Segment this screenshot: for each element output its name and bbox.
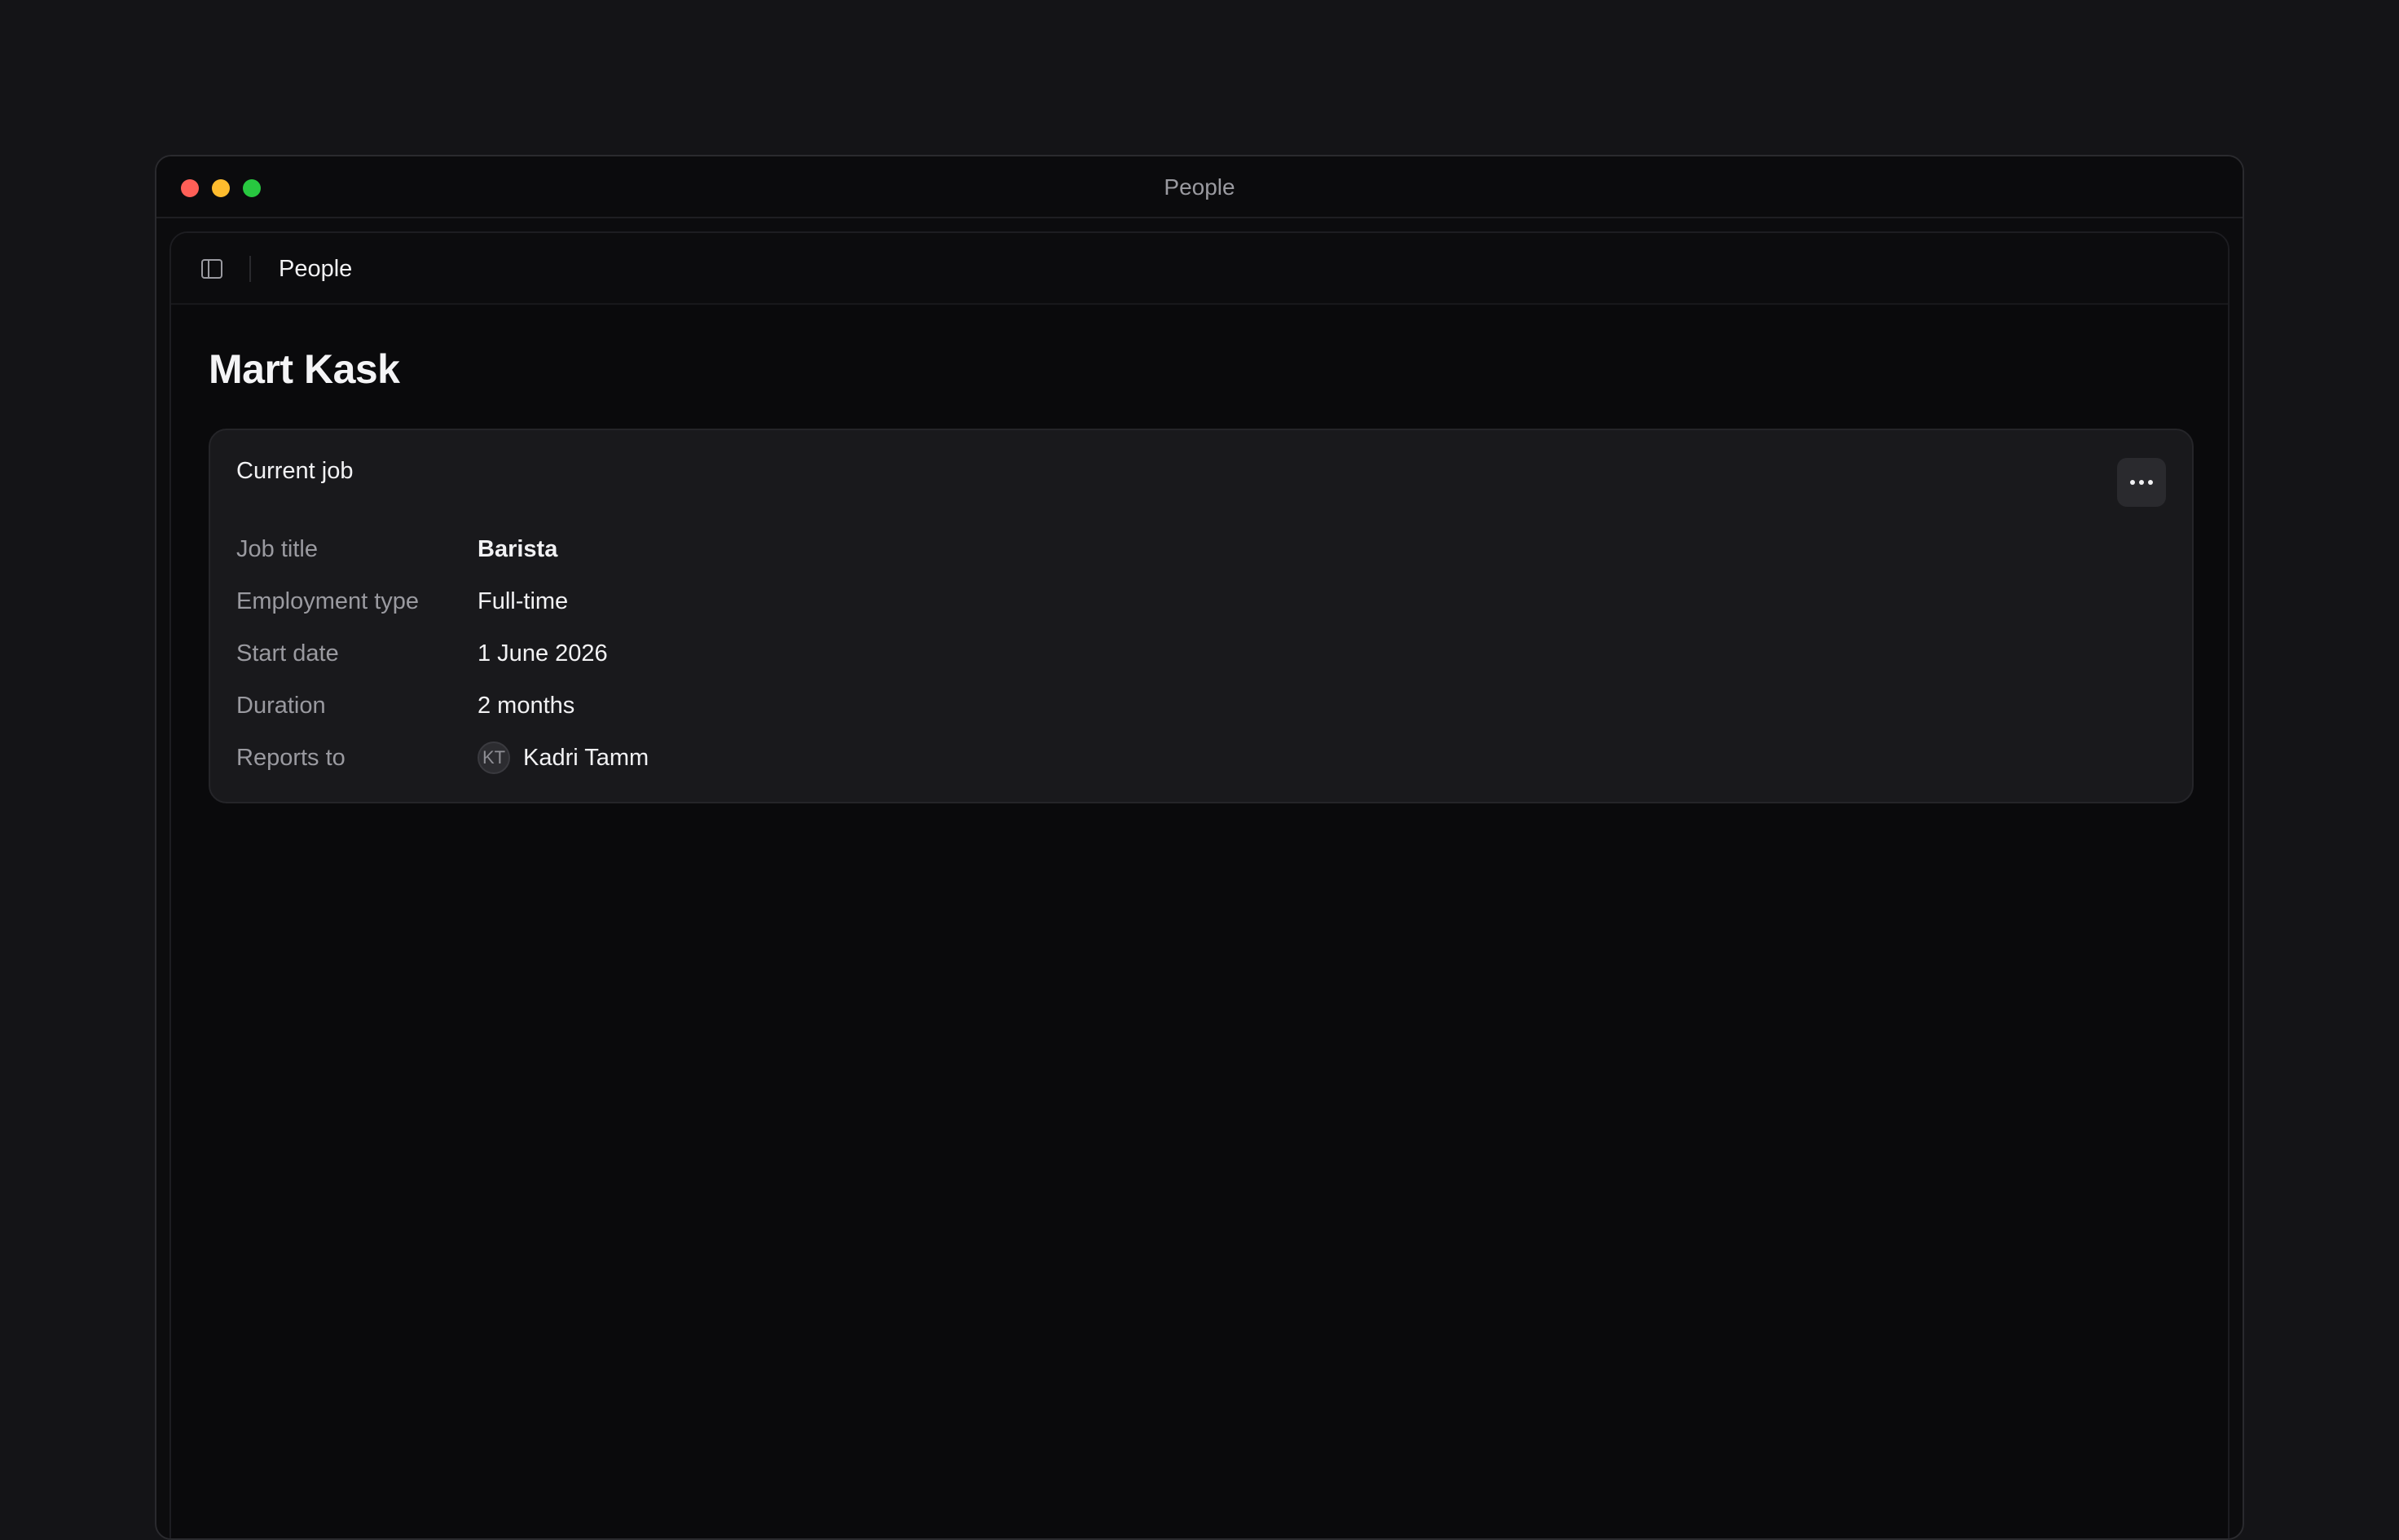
field-row-reports-to: Reports to KT Kadri Tamm [236, 740, 649, 776]
sidebar-toggle-icon [201, 259, 222, 279]
manager-name[interactable]: Kadri Tamm [523, 745, 649, 772]
field-row-duration: Duration 2 months [236, 688, 574, 724]
top-bar: People [171, 233, 2228, 305]
app-frame: People Mart Kask Current job Job title B… [169, 231, 2230, 1538]
field-label: Employment type [236, 587, 420, 614]
topbar-divider [249, 256, 251, 282]
field-label: Reports to [236, 744, 346, 771]
more-dot [2148, 480, 2153, 485]
page-title: Mart Kask [209, 346, 400, 392]
field-row-job-title: Job title Barista [236, 531, 557, 567]
duration-value: 2 months [478, 692, 575, 719]
more-dot [2139, 480, 2144, 485]
field-row-start-date: Start date 1 June 2026 [236, 636, 608, 671]
breadcrumb[interactable]: People [279, 233, 352, 305]
start-date-value: 1 June 2026 [478, 640, 608, 667]
avatar: KT [478, 741, 510, 774]
field-label: Job title [236, 535, 318, 562]
job-title-value: Barista [478, 535, 558, 562]
more-options-button[interactable] [2117, 458, 2166, 507]
sidebar-toggle-button[interactable] [200, 257, 223, 280]
window-titlebar: People [156, 156, 2243, 218]
reports-to-value[interactable]: KT Kadri Tamm [478, 741, 649, 774]
window-title: People [1164, 174, 1235, 200]
card-title: Current job [236, 458, 354, 484]
more-horizontal-icon [2130, 480, 2135, 485]
employment-type-value: Full-time [478, 587, 569, 614]
field-label: Start date [236, 640, 339, 667]
field-label: Duration [236, 692, 326, 719]
main-content: Mart Kask Current job Job title Barista … [171, 306, 2228, 1538]
field-row-employment-type: Employment type Full-time [236, 583, 568, 619]
app-window: People People Mart Kask Current job Job … [155, 155, 2244, 1540]
current-job-card: Current job Job title Barista Employment… [209, 429, 2194, 803]
